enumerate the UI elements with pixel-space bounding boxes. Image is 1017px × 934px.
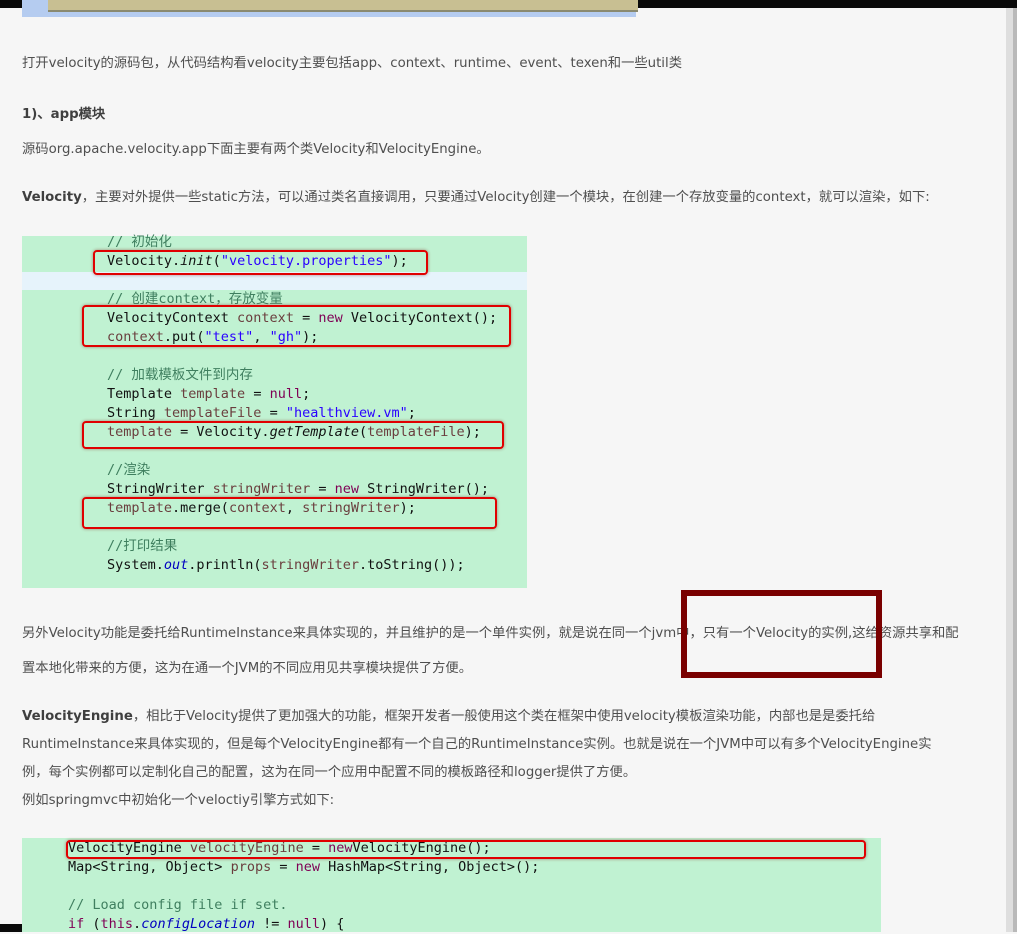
highlight-box-merge [82,497,497,529]
intro-text: 打开velocity的源码包，从代码结构看velocity主要包括app、con… [22,56,682,71]
velocity-code-block: // 初始化 Velocity.init("velocity.propertie… [22,234,527,588]
engine-paragraph-line-3: 例，每个实例都可以定制化自己的配置，这为在同一个应用中配置不同的模板路径和log… [22,765,637,780]
engine-paragraph-line-1: VelocityEngine，相比于Velocity提供了更加强大的功能，框架开… [22,709,876,724]
velocity-term: Velocity [22,190,82,205]
highlight-box-init [93,250,428,275]
code-comment-print: //打印结果 [107,538,178,554]
app-module-description: 源码org.apache.velocity.app下面主要有两个类Velocit… [22,142,490,157]
code-line-props-map: Map<String, Object> props = new HashMap<… [68,859,540,875]
code-comment-load-config: // Load config file if set. [68,897,288,913]
engine-paragraph-line-2: RuntimeInstance来具体实现的，但是每个VelocityEngine… [22,737,932,752]
previous-screenshot-image [22,0,638,17]
code-line-println: System.out.println(stringWriter.toString… [107,557,465,573]
code-comment-render: //渲染 [107,462,151,478]
code-line-if-config: if (this.configLocation != null) { [68,916,345,932]
velocity-paragraph: Velocity，主要对外提供一些static方法，可以通过类名直接调用，只要通… [22,184,930,212]
app-module-heading: 1)、app模块 [22,107,106,122]
runtime-paragraph-line-2: 置本地化带来的方便，这为在通一个JVM的不同应用见共享模块提供了方便。 [22,661,472,676]
engine-paragraph-line-4: 例如springmvc中初始化一个veloctiy引擎方式如下: [22,793,335,808]
highlight-box-context [82,305,511,347]
page-scrollbar-edge [1013,8,1017,932]
previous-screenshot-content [48,0,638,12]
code-line-template-null: Template template = null; [107,386,311,402]
velocity-engine-term: VelocityEngine [22,709,133,724]
highlight-box-get-template [82,421,504,449]
annotation-box [681,590,882,678]
velocity-description: ，主要对外提供一些static方法，可以通过类名直接调用，只要通过Velocit… [81,190,930,205]
code-comment-load-template: // 加载模板文件到内存 [107,367,253,383]
highlight-box-new-engine [66,840,866,859]
